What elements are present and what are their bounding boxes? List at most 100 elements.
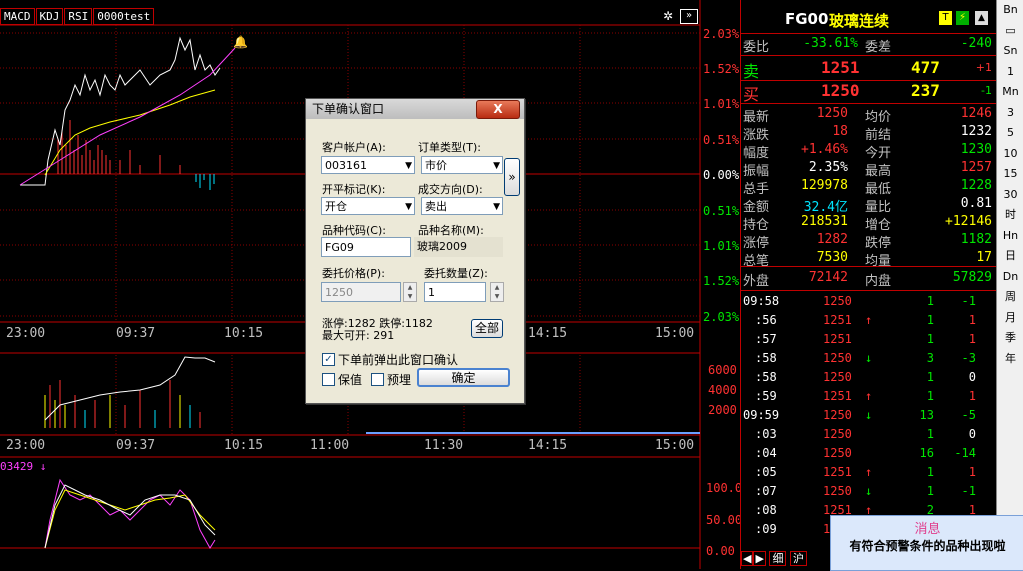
tick-arrow-icon: ↑: [865, 313, 873, 327]
tick-row: :58 1250 ↓ 3 -3: [741, 351, 996, 370]
calendar-icon[interactable]: ▭: [997, 21, 1023, 42]
quote-label: 持仓: [743, 218, 770, 233]
tick-price: 1250: [823, 446, 852, 460]
period-button[interactable]: 3: [997, 103, 1023, 124]
price-input[interactable]: 1250: [321, 282, 401, 302]
period-button[interactable]: 季: [997, 328, 1023, 349]
direction-select[interactable]: 卖出 ▼: [421, 197, 503, 215]
quote-label: 量比: [865, 200, 892, 215]
period-button[interactable]: 1: [997, 62, 1023, 83]
qty-input[interactable]: 1: [424, 282, 486, 302]
tick-time: :59: [755, 389, 777, 403]
tick-volume: 1: [926, 313, 934, 327]
tick-change: -3: [961, 351, 976, 365]
lightning-icon[interactable]: ⚡: [956, 11, 969, 25]
time-label: 23:00: [6, 438, 46, 453]
open-close-select[interactable]: 开仓 ▼: [321, 197, 415, 215]
scroll-right-icon[interactable]: ▶: [753, 551, 766, 566]
inner-label: 内盘: [865, 274, 892, 289]
volume-label: 6000: [708, 363, 737, 377]
message-popup[interactable]: 消息 有符合预警条件的品种出现啦: [830, 515, 1023, 571]
tick-volume: 1: [926, 465, 934, 479]
tab-test[interactable]: 0000test: [93, 8, 155, 25]
weicha-value: -240: [960, 36, 992, 51]
indicator-tabs: MACD KDJ RSI 0000test: [0, 8, 155, 25]
tick-volume: 1: [926, 484, 934, 498]
period-button[interactable]: 30: [997, 185, 1023, 206]
sell-price: 1251: [821, 58, 860, 77]
all-button[interactable]: 全部: [471, 319, 503, 338]
quote-value: 1232: [960, 124, 992, 139]
price-stepper[interactable]: ▲ ▼: [403, 282, 417, 302]
confirm-button[interactable]: 确定: [417, 368, 510, 387]
period-button[interactable]: 年: [997, 349, 1023, 370]
quote-value: 0.81: [960, 196, 992, 211]
direction-label: 成交方向(D):: [418, 183, 483, 196]
scroll-left-icon[interactable]: ◀: [741, 551, 754, 566]
tick-row: :07 1250 ↓ 1 -1: [741, 484, 996, 503]
period-button[interactable]: Sn: [997, 41, 1023, 62]
quote-value: 2.35%: [808, 160, 848, 175]
close-button[interactable]: X: [476, 100, 520, 119]
quote-value: 218531: [801, 214, 848, 229]
qty-stepper[interactable]: ▲ ▼: [490, 282, 504, 302]
period-button[interactable]: Hn: [997, 226, 1023, 247]
quote-value: +12146: [945, 214, 992, 229]
outer-value: 72142: [808, 270, 848, 285]
tick-row: :59 1251 ↑ 1 1: [741, 389, 996, 408]
account-select[interactable]: 003161 ▼: [321, 156, 415, 174]
quote-label: 总手: [743, 182, 770, 197]
period-button[interactable]: Mn: [997, 82, 1023, 103]
period-button[interactable]: Dn: [997, 267, 1023, 288]
quote-value: 129978: [801, 178, 848, 193]
period-button[interactable]: 时: [997, 205, 1023, 226]
period-button[interactable]: 日: [997, 246, 1023, 267]
period-button[interactable]: 月: [997, 308, 1023, 329]
scroll-up-icon[interactable]: ▲: [975, 11, 988, 25]
time-label: 09:37: [116, 326, 156, 341]
dialog-title-bar[interactable]: 下单确认窗口 X: [306, 99, 524, 119]
code-input[interactable]: FG09: [321, 237, 411, 257]
tick-price: 1250: [823, 370, 852, 384]
quote-label: 最新: [743, 110, 770, 125]
tab-sh[interactable]: 沪: [789, 551, 807, 566]
preserve-checkbox[interactable]: 保值: [322, 371, 362, 388]
tick-time: :08: [755, 503, 777, 517]
tick-change: 1: [968, 465, 976, 479]
tick-volume: 13: [919, 408, 934, 422]
period-button[interactable]: 15: [997, 164, 1023, 185]
chevron-down-icon: ▼: [493, 202, 500, 212]
tick-price: 1251: [823, 313, 852, 327]
tab-kdj[interactable]: KDJ: [35, 8, 64, 25]
quote-value: 17: [976, 250, 992, 265]
order-type-label: 订单类型(T):: [418, 141, 482, 154]
expand-button[interactable]: »: [504, 158, 520, 196]
settings-icon[interactable]: ✲: [663, 9, 673, 23]
preset-checkbox[interactable]: 预埋: [371, 371, 411, 388]
quote-value: 7530: [816, 250, 848, 265]
tab-macd[interactable]: MACD: [0, 8, 35, 25]
indicator-value: 03429 ↓: [0, 460, 47, 473]
tab-rsi[interactable]: RSI: [64, 8, 93, 25]
qty-label: 委托数量(Z):: [424, 267, 488, 280]
position-bars: [57, 120, 181, 174]
sell-label: 卖: [743, 62, 760, 81]
popup-confirm-checkbox[interactable]: ✓ 下单前弹出此窗口确认: [322, 351, 458, 368]
quote-label: 最低: [865, 182, 892, 197]
tick-time: :58: [755, 370, 777, 384]
tick-change: 1: [968, 313, 976, 327]
period-button[interactable]: 5: [997, 123, 1023, 144]
tab-detail[interactable]: 细: [769, 551, 787, 566]
tick-change: -1: [961, 294, 976, 308]
period-button[interactable]: 周: [997, 287, 1023, 308]
period-button[interactable]: Bn: [997, 0, 1023, 21]
tick-price: 1251: [823, 332, 852, 346]
order-type-select[interactable]: 市价 ▼: [421, 156, 503, 174]
period-button[interactable]: 10: [997, 144, 1023, 165]
indicator-axis-label: 0.00: [706, 544, 735, 558]
time-label: 11:00: [310, 438, 350, 453]
tick-arrow-icon: ↑: [865, 465, 873, 479]
expand-icon[interactable]: »: [680, 9, 698, 24]
quote-value: 1250: [816, 106, 848, 121]
trade-icon[interactable]: T: [939, 11, 952, 25]
